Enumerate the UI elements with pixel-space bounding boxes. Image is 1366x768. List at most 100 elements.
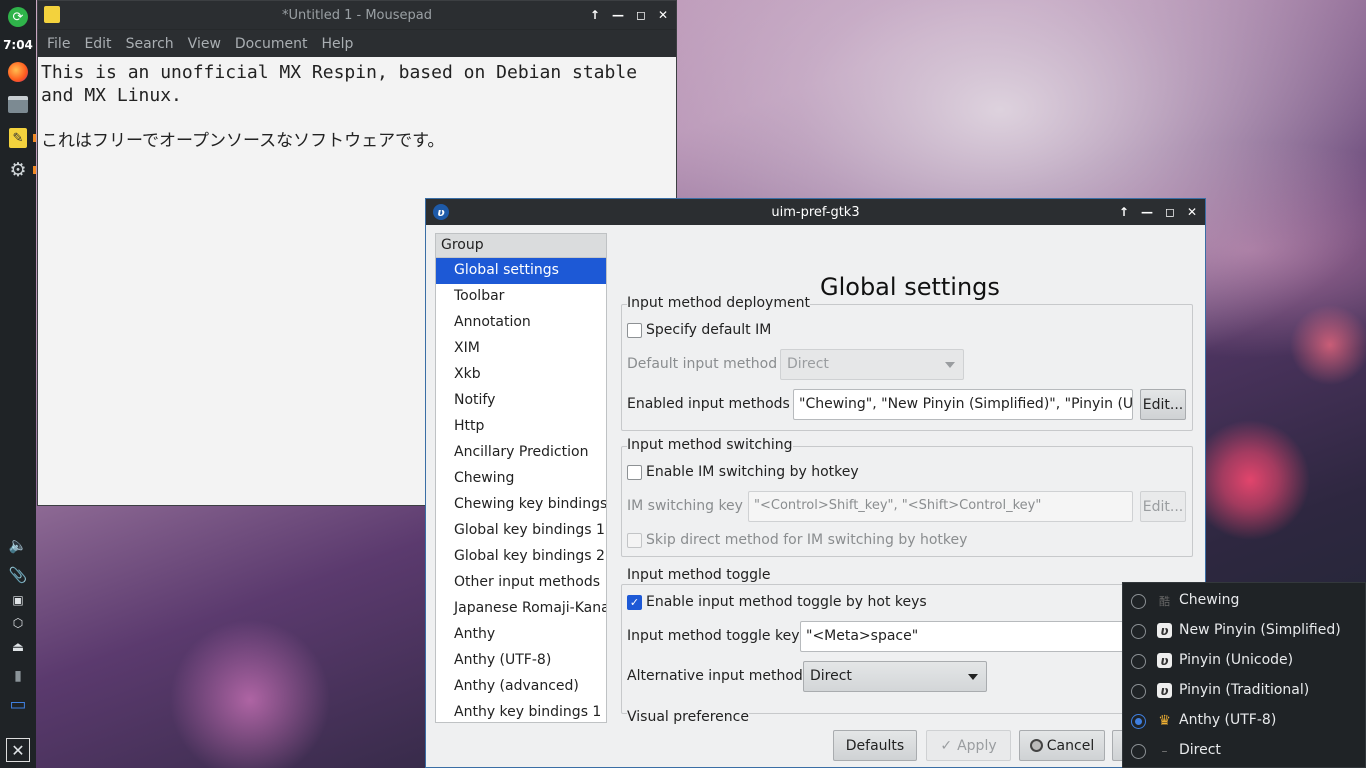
group-item-anthy[interactable]: Anthy	[436, 622, 606, 648]
package-updater-icon[interactable]: ⬡	[6, 611, 30, 635]
menu-edit[interactable]: Edit	[77, 36, 118, 52]
mx-menu-icon[interactable]: ✕	[6, 738, 30, 762]
update-notifier-icon[interactable]: ⟳	[8, 7, 28, 27]
group-item-japanese-romaji-kana[interactable]: Japanese Romaji-Kana	[436, 596, 606, 622]
dialog-titlebar[interactable]: ʋ uim-pref-gtk3 ↑ — ◻ ✕	[426, 199, 1205, 225]
close-icon[interactable]: ✕	[1187, 205, 1197, 219]
im-switching-key-field[interactable]: "<Control>Shift_key", "<Shift>Control_ke…	[748, 491, 1133, 522]
workspace-switcher-icon[interactable]: ▭	[2, 692, 34, 716]
menu-item-pinyin-traditional[interactable]: ʋ Pinyin (Traditional)	[1123, 676, 1365, 706]
clipboard-icon[interactable]: 📎	[6, 563, 30, 587]
pinyin-icon: ʋ	[1157, 623, 1172, 638]
group-item-chewing-key-bindings[interactable]: Chewing key bindings	[436, 492, 606, 518]
visual-preference-label: Visual preference	[627, 709, 749, 725]
minimize-icon[interactable]: —	[612, 8, 624, 22]
screenshot-icon[interactable]: ▣	[6, 588, 30, 612]
group-item-anthy-utf8[interactable]: Anthy (UTF-8)	[436, 648, 606, 674]
defaults-button[interactable]: Defaults	[833, 730, 917, 761]
keep-above-icon[interactable]: ↑	[590, 8, 600, 22]
group-item-anthy-advanced[interactable]: Anthy (advanced)	[436, 674, 606, 700]
menu-help[interactable]: Help	[314, 36, 360, 52]
text-line: and MX Linux.	[41, 85, 182, 106]
text-editor-icon[interactable]: ✎	[9, 128, 27, 148]
enable-toggle-label[interactable]: Enable input method toggle by hot keys	[646, 594, 927, 610]
menu-document[interactable]: Document	[228, 36, 315, 52]
group-item-notify[interactable]: Notify	[436, 388, 606, 414]
apply-button[interactable]: ✓ Apply	[926, 730, 1011, 761]
specify-default-im-label[interactable]: Specify default IM	[646, 322, 771, 338]
menu-item-anthy-utf8[interactable]: ♛ Anthy (UTF-8)	[1123, 706, 1365, 736]
group-item-global-key-bindings-2[interactable]: Global key bindings 2	[436, 544, 606, 570]
cancel-button[interactable]: Cancel	[1019, 730, 1105, 761]
menu-item-chewing[interactable]: 酷 Chewing	[1123, 586, 1365, 616]
mousepad-titlebar[interactable]: *Untitled 1 - Mousepad ↑ — ◻ ✕	[38, 1, 676, 29]
radio-button[interactable]	[1131, 744, 1146, 759]
radio-button[interactable]	[1131, 624, 1146, 639]
close-icon[interactable]: ✕	[658, 8, 668, 22]
menu-file[interactable]: File	[40, 36, 77, 52]
default-im-combo[interactable]: Direct	[780, 349, 964, 380]
specify-default-im-checkbox[interactable]	[627, 323, 642, 338]
maximize-icon[interactable]: ◻	[1165, 205, 1175, 219]
group-item-annotation[interactable]: Annotation	[436, 310, 606, 336]
file-manager-icon[interactable]	[8, 96, 28, 113]
group-list[interactable]: Group Global settings Toolbar Annotation…	[435, 233, 607, 723]
pinyin-icon: ʋ	[1157, 683, 1172, 698]
running-indicator	[33, 166, 36, 174]
editor-text-area[interactable]: This is an unofficial MX Respin, based o…	[38, 57, 676, 157]
enabled-im-field[interactable]: "Chewing", "New Pinyin (Simplified)", "P…	[793, 389, 1133, 420]
eject-icon[interactable]: ⏏	[6, 635, 30, 659]
apply-label: Apply	[957, 737, 997, 754]
text-line: これはフリーでオープンソースなソフトウェアです。	[41, 131, 445, 151]
menu-item-pinyin-unicode[interactable]: ʋ Pinyin (Unicode)	[1123, 646, 1365, 676]
group-item-toolbar[interactable]: Toolbar	[436, 284, 606, 310]
enabled-im-edit-button[interactable]: Edit...	[1140, 389, 1186, 420]
group-item-anthy-key-bindings-1[interactable]: Anthy key bindings 1	[436, 700, 606, 722]
menu-item-label: New Pinyin (Simplified)	[1179, 622, 1341, 638]
toggle-key-field[interactable]: "<Meta>space"	[800, 621, 1130, 652]
window-controls: ↑ — ◻ ✕	[590, 1, 668, 29]
group-item-global-settings[interactable]: Global settings	[436, 258, 606, 284]
skip-direct-checkbox[interactable]	[627, 533, 642, 548]
switching-frame-label: Input method switching	[627, 437, 793, 453]
keep-above-icon[interactable]: ↑	[1119, 205, 1129, 219]
page-title: Global settings	[820, 273, 1000, 301]
menu-item-new-pinyin-simplified[interactable]: ʋ New Pinyin (Simplified)	[1123, 616, 1365, 646]
dialog-body: Group Global settings Toolbar Annotation…	[426, 225, 1205, 767]
menu-view[interactable]: View	[181, 36, 228, 52]
radio-button[interactable]	[1131, 594, 1146, 609]
dialog-window-controls: ↑ — ◻ ✕	[1119, 199, 1197, 225]
group-item-global-key-bindings-1[interactable]: Global key bindings 1	[436, 518, 606, 544]
volume-icon[interactable]: 🔈	[6, 533, 30, 557]
enable-im-switching-checkbox[interactable]	[627, 465, 642, 480]
group-list-header[interactable]: Group	[436, 234, 606, 258]
radio-button[interactable]	[1131, 684, 1146, 699]
group-item-chewing[interactable]: Chewing	[436, 466, 606, 492]
uim-app-icon: ʋ	[433, 204, 449, 220]
minimize-icon[interactable]: —	[1141, 205, 1153, 219]
text-line	[41, 107, 673, 130]
maximize-icon[interactable]: ◻	[636, 8, 646, 22]
group-item-xim[interactable]: XIM	[436, 336, 606, 362]
firefox-icon[interactable]	[8, 62, 28, 82]
settings-icon[interactable]: ⚙	[6, 158, 30, 182]
group-item-ancillary-prediction[interactable]: Ancillary Prediction	[436, 440, 606, 466]
battery-icon[interactable]: ▮	[6, 664, 30, 688]
enable-im-switching-label[interactable]: Enable IM switching by hotkey	[646, 464, 859, 480]
cancel-label: Cancel	[1046, 737, 1095, 754]
group-item-other-input-methods[interactable]: Other input methods	[436, 570, 606, 596]
dialog-title: uim-pref-gtk3	[771, 204, 860, 220]
menu-search[interactable]: Search	[119, 36, 181, 52]
anthy-crown-icon: ♛	[1158, 712, 1171, 729]
radio-button-selected[interactable]	[1131, 714, 1146, 729]
group-item-xkb[interactable]: Xkb	[436, 362, 606, 388]
group-item-http[interactable]: Http	[436, 414, 606, 440]
im-switching-edit-button[interactable]: Edit...	[1140, 491, 1186, 522]
enabled-im-label: Enabled input methods	[627, 396, 790, 412]
menu-item-direct[interactable]: – Direct	[1123, 736, 1365, 766]
skip-direct-label[interactable]: Skip direct method for IM switching by h…	[646, 532, 967, 548]
enable-toggle-checkbox[interactable]: ✓	[627, 595, 642, 610]
panel-clock[interactable]: 7:04	[0, 38, 36, 52]
alternative-im-combo[interactable]: Direct	[803, 661, 987, 692]
radio-button[interactable]	[1131, 654, 1146, 669]
